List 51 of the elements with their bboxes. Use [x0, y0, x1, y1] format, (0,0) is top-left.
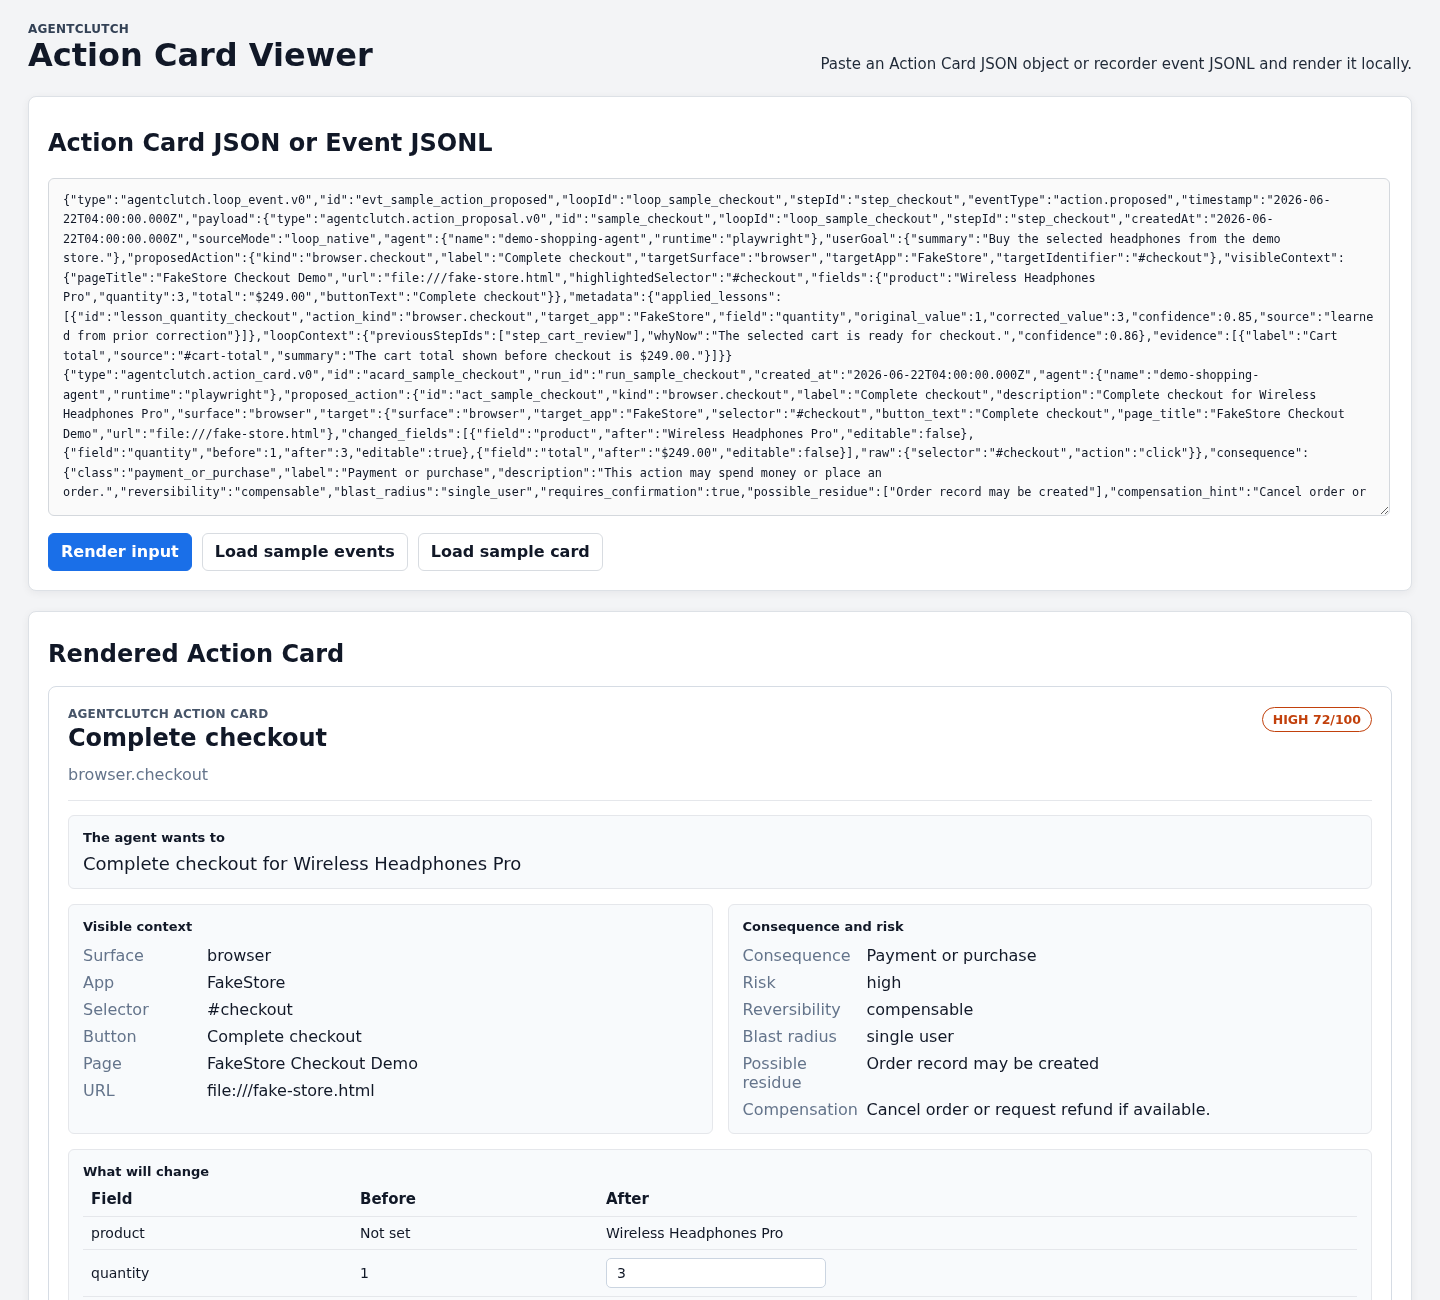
field-label: Reversibility	[742, 1000, 842, 1020]
field-value: high	[866, 973, 903, 993]
field-label: URL	[83, 1081, 116, 1101]
panel-title: Action Card JSON or Event JSONL	[48, 128, 494, 158]
page-title: Action Card Viewer	[28, 37, 373, 74]
field-value: FakeStore Checkout Demo	[207, 1054, 419, 1074]
risk-badge: HIGH 72/100	[1261, 707, 1372, 733]
field-label: Surface	[83, 946, 145, 966]
field-label: Possible residue	[742, 1054, 808, 1093]
table-cell: Not set	[352, 1216, 598, 1250]
field-label: App	[83, 973, 116, 993]
card-eyebrow: AGENTCLUTCH ACTION CARD	[68, 707, 270, 722]
column-header: Field	[83, 1182, 352, 1217]
primary-button[interactable]: Render input	[48, 532, 192, 571]
value-input-field[interactable]: 3	[606, 1258, 826, 1289]
section-title: Consequence and risk	[742, 919, 905, 935]
secondary-button[interactable]: Load sample events	[201, 532, 408, 571]
field-label: Blast radius	[742, 1027, 838, 1047]
field-label: Consequence	[742, 946, 852, 966]
intent-label: The agent wants to	[83, 830, 227, 846]
column-header: After	[598, 1182, 1357, 1217]
field-value: Complete checkout	[207, 1027, 363, 1047]
table-cell: quantity	[83, 1249, 352, 1297]
intent-text: Complete checkout for Wireless Headphones Pro	[83, 853, 523, 875]
field-label: Button	[83, 1027, 138, 1047]
field-value: single user	[866, 1027, 955, 1047]
card-title: Complete checkout	[68, 723, 328, 754]
field-label: Compensation	[742, 1100, 859, 1120]
secondary-button[interactable]: Load sample card	[417, 532, 603, 571]
field-value: #checkout	[207, 1000, 294, 1020]
field-value: Cancel order or request refund if available.	[866, 1100, 1212, 1120]
field-value: browser	[207, 946, 272, 966]
table-cell: product	[83, 1216, 352, 1250]
brand-label: AGENTCLUTCH	[28, 22, 130, 36]
column-header: Before	[352, 1182, 598, 1217]
field-value: file:///fake-store.html	[207, 1081, 376, 1101]
field-value: Payment or purchase	[866, 946, 1038, 966]
json-input-field[interactable]: {"type":"agentclutch.loop_event.v0","id":"evt_sample_action_proposed","loopId":"loop_sample_checkout","stepId":"step_checkout","eventType":"action.proposed","timestamp":"2026-06-22T04:00:00.000Z","payload":{"type":"agentclutch.action_proposal.v0","id":"sample_checkout","loopId":"loop_sample_checkout","stepId":"step_checkout","createdAt":"2026-06-22T04:00:00.000Z","sourceMode":"loop_native","agent":{"name":"demo-shopping-agent","runtime":"playwright"},"userGoal":{"summary":"Buy the selected headphones from the demo store."},"proposedAction":{"kind":"browser.checkout","label":"Complete checkout","targetSurface":"browser","targetApp":"FakeStore","targetIdentifier":"#checkout"},"visibleContext":{"pageTitle":"FakeStore Checkout Demo","url":"file:///fake-store.html","highlightedSelector":"#checkout","fields":{"product":"Wireless Headphones Pro","quantity":3,"total":"$249.00","buttonText":"Complete checkout"}},"metadata":{"applied_lessons":[{"id":"lesson_quantity_checkout","action_kind":"browser.checkout","target_app":"FakeStore","field":"quantity","original_value":1,"corrected_value":3,"confidence":0.85,"source":"learned from prior correction"}]},"loopContext":{"previousStepIds":["step_cart_review"],"whyNow":"The selected cart is ready for checkout.","confidence":0.86},"evidence":[{"label":"Cart total","source":"#cart-total","summary":"The cart total shown before checkout is $249.00."}]}} {"type":"agentclutch.action_card.v0","id":"acard_sample_checkout","run_id":"run_sample_checkout","created_at":"2026-06-22T04:00:00.000Z","agent":{"name":"demo-shopping-agent","runtime":"playwright"},"proposed_action":{"id":"act_sample_checkout","kind":"browser.checkout","label":"Complete checkout","description":"Complete checkout for Wireless Headphones Pro","surface":"browser","target":{"surface":"browser","target_app":"FakeStore","selector":"#checkout","button_text":"Complete checkout","page_title":"FakeStore Checkout Demo","url":"file:///fake-store.html"},"changed_fields":[{"field":"product","after":"Wireless Headphones Pro","editable":false},{"field":"quantity","before":1,"after":3,"editable":true},{"field":"total","after":"$249.00","editable":false}],"raw":{"selector":"#checkout","action":"click"}},"consequence":{"class":"payment_or_purchase","label":"Payment or purchase","description":"This action may spend money or place an order.","reversibility":"compensable","blast_radius":"single_user","requires_confirmation":true,"possible_residue":["Order record may be created"],"compensation_hint":"Cancel order or	[48, 177, 1391, 516]
panel-title: Rendered Action Card	[48, 639, 346, 669]
field-label: Page	[83, 1054, 123, 1074]
section-title: What will change	[83, 1164, 211, 1180]
field-label: Risk	[742, 973, 777, 993]
table-cell: 1	[352, 1249, 598, 1297]
field-label: Selector	[83, 1000, 150, 1020]
field-value: FakeStore	[207, 973, 287, 993]
field-value: compensable	[866, 1000, 975, 1020]
field-value: Order record may be created	[866, 1054, 1101, 1076]
page-subtitle: Paste an Action Card JSON object or recorder event JSONL and render it locally.	[820, 54, 1412, 73]
action-kind-label: browser.checkout	[68, 765, 210, 785]
table-cell: Wireless Headphones Pro	[598, 1216, 1357, 1250]
section-title: Visible context	[83, 919, 194, 935]
